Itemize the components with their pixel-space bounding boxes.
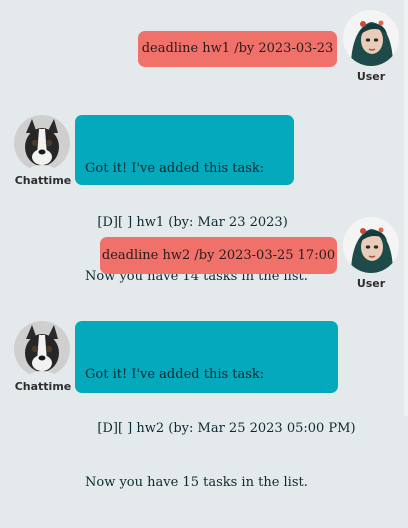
user-avatar-icon	[343, 217, 399, 273]
user-message-row: deadline hw2 /by 2023-03-25 17:00 User	[0, 206, 404, 306]
bot-name-label: Chattime	[14, 174, 72, 187]
user-avatar	[343, 10, 399, 66]
boston-terrier-icon	[14, 321, 70, 377]
user-message-text: deadline hw1 /by 2023-03-23	[141, 41, 334, 56]
bot-avatar	[14, 321, 70, 377]
user-message-bubble: deadline hw1 /by 2023-03-23	[138, 31, 337, 67]
bot-message-line: [D][ ] hw2 (by: Mar 25 2023 05:00 PM)	[85, 421, 356, 436]
user-name-label: User	[356, 277, 386, 290]
bot-message-row: Chattime Got it! I've added this task: […	[0, 306, 404, 490]
bot-message-bubble: Got it! I've added this task: [D][ ] hw2…	[75, 321, 356, 490]
scrollbar[interactable]	[404, 0, 408, 416]
user-message-bubble: deadline hw2 /by 2023-03-25 17:00	[100, 237, 337, 274]
bot-message-line: Got it! I've added this task:	[85, 367, 265, 382]
bot-message-line: Now you have 15 tasks in the list.	[85, 475, 308, 490]
bot-name-label: Chattime	[14, 380, 72, 393]
bot-message-line: Got it! I've added this task:	[85, 161, 265, 176]
bot-message-bubble: Got it! I've added this task: [D][ ] hw1…	[75, 115, 308, 284]
user-avatar-icon	[343, 10, 399, 66]
bot-avatar	[14, 115, 70, 171]
user-message-row: deadline hw1 /by 2023-03-23 User	[0, 0, 404, 96]
user-avatar	[343, 217, 399, 273]
chat-window[interactable]: deadline hw1 /by 2023-03-23 User Chattim…	[0, 0, 408, 490]
user-message-text: deadline hw2 /by 2023-03-25 17:00	[101, 247, 336, 263]
user-name-label: User	[356, 70, 386, 83]
bot-message-row: Chattime Got it! I've added this task: […	[0, 96, 404, 284]
boston-terrier-icon	[14, 115, 70, 171]
